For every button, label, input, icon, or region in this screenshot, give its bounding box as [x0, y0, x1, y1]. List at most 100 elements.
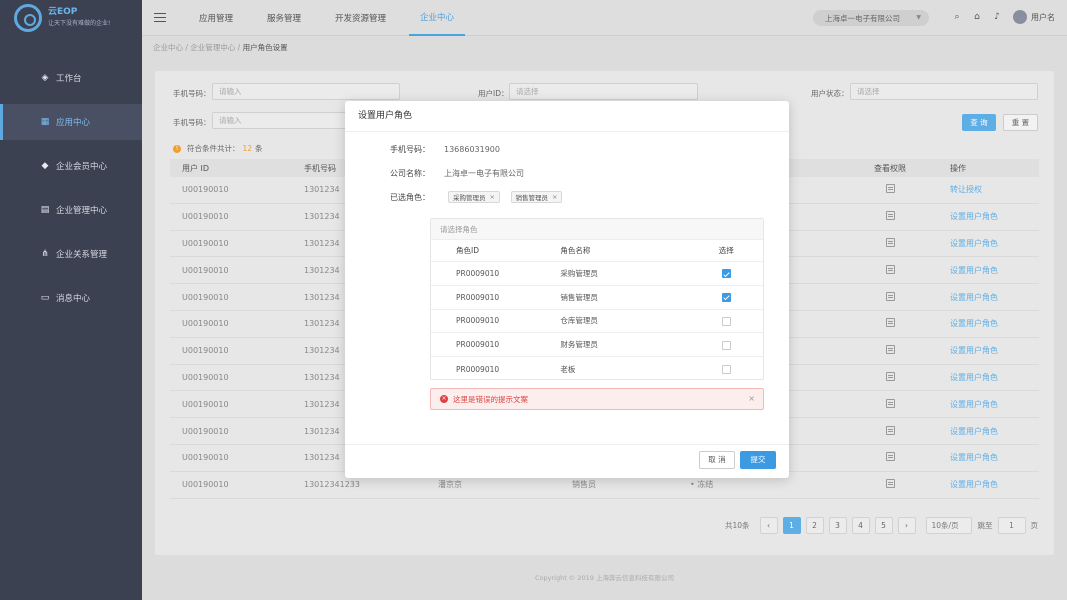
page-button[interactable]: 1 — [782, 517, 801, 534]
page-size-select[interactable]: 10条/页 — [925, 517, 972, 534]
username[interactable]: 用户名 — [1031, 12, 1055, 23]
role-checkbox[interactable] — [721, 340, 731, 350]
cancel-button[interactable]: 取 消 — [699, 451, 735, 469]
page-button[interactable]: 3 — [828, 517, 847, 534]
sidebar-item-member-center[interactable]: ◆ 企业会员中心 — [0, 148, 142, 184]
result-count: ! 符合条件共计： 12 条 — [173, 143, 263, 154]
status-filter-select[interactable]: 请选择 — [850, 83, 1038, 100]
company-select[interactable]: 上海卓一电子有限公司 ▼ — [813, 10, 929, 26]
close-icon[interactable]: × — [748, 394, 755, 403]
page-button[interactable]: 4 — [851, 517, 870, 534]
sidebar-item-management-center[interactable]: ▤ 企业管理中心 — [0, 192, 142, 228]
query-button[interactable]: 查 询 — [962, 114, 996, 131]
role-id: PR0009010 — [456, 316, 500, 326]
role-name: 财务管理员 — [560, 340, 598, 350]
row-action-link[interactable]: 设置用户角色 — [950, 399, 1039, 410]
role-row[interactable]: PR0009010 财务管理员 — [431, 333, 763, 358]
role-table-header: 角色ID 角色名称 选择 — [431, 240, 763, 262]
row-action-link[interactable]: 设置用户角色 — [950, 292, 1039, 303]
caret-down-icon: ▼ — [916, 14, 921, 21]
tab-service-management[interactable]: 服务管理 — [256, 0, 312, 36]
sidebar-item-messages[interactable]: ▭ 消息中心 — [0, 280, 142, 316]
sidebar-item-app-center[interactable]: ▦ 应用中心 — [0, 104, 142, 140]
row-action-link[interactable]: 设置用户角色 — [950, 211, 1039, 222]
view-permission-icon[interactable] — [885, 452, 895, 462]
phone-filter-input[interactable]: 请输入 — [212, 83, 400, 100]
role-row[interactable]: PR0009010 采购管理员 — [431, 262, 763, 286]
tab-dev-resources[interactable]: 开发资源管理 — [324, 0, 397, 36]
view-permission-icon[interactable] — [885, 318, 895, 328]
role-name: 销售管理员 — [560, 292, 598, 302]
row-action-link[interactable]: 设置用户角色 — [950, 452, 1039, 463]
row-action-link[interactable]: 设置用户角色 — [950, 372, 1039, 383]
row-action-link[interactable]: 设置用户角色 — [950, 318, 1039, 329]
menu-toggle-icon[interactable] — [154, 10, 166, 25]
role-row[interactable]: PR0009010 老板 — [431, 357, 763, 381]
user-id-cell: U00190010 — [182, 292, 229, 302]
modal-title: 设置用户角色 — [345, 101, 789, 132]
sidebar-item-relation[interactable]: ⋔ 企业关系管理 — [0, 236, 142, 272]
view-permission-icon[interactable] — [885, 425, 895, 435]
role-checkbox[interactable] — [721, 364, 731, 374]
row-action-link[interactable]: 设置用户角色 — [950, 426, 1039, 437]
sidebar: 云EOP 让天下没有难做的企业! ◈ 工作台 ▦ 应用中心 ◆ 企业会员中心 ▤ 企业管… — [0, 0, 142, 600]
next-page-button[interactable]: › — [897, 517, 916, 534]
role-row[interactable]: PR0009010 仓库管理员 — [431, 310, 763, 334]
close-icon[interactable]: × — [552, 193, 557, 201]
row-action-link[interactable]: 设置用户角色 — [950, 265, 1039, 276]
view-permission-icon[interactable] — [885, 211, 895, 221]
view-permission-icon[interactable] — [885, 479, 895, 489]
view-permission-icon[interactable] — [885, 345, 895, 355]
role-tag[interactable]: 采购管理员 × — [448, 191, 500, 203]
close-icon[interactable]: × — [490, 193, 495, 201]
role-id: PR0009010 — [456, 292, 500, 302]
view-permission-icon[interactable] — [885, 398, 895, 408]
modal-phone-label: 手机号码： — [390, 145, 430, 154]
user-id-cell: U00190010 — [182, 399, 229, 409]
view-permission-icon[interactable] — [885, 371, 895, 381]
bell-icon[interactable]: ♪ — [991, 11, 1003, 23]
row-action-link[interactable]: 设置用户角色 — [950, 238, 1039, 249]
logo-slogan: 让天下没有难做的企业! — [48, 20, 111, 27]
role-checkbox[interactable] — [721, 316, 731, 326]
user-id-cell: U00190010 — [182, 426, 229, 436]
modal-company-value: 上海卓一电子有限公司 — [444, 169, 524, 178]
logo[interactable]: 云EOP 让天下没有难做的企业! — [0, 0, 142, 36]
view-permission-icon[interactable] — [885, 291, 895, 301]
view-permission-icon[interactable] — [885, 184, 895, 194]
phone-cell: 13012341233 — [304, 480, 360, 490]
view-permission-icon[interactable] — [885, 237, 895, 247]
role-tag[interactable]: 销售管理员 × — [510, 191, 563, 203]
tab-app-management[interactable]: 应用管理 — [188, 0, 244, 36]
user-id-cell: U00190010 — [182, 453, 229, 463]
phone-filter-label-2: 手机号码： — [173, 118, 211, 127]
role-row[interactable]: PR0009010 销售管理员 — [431, 286, 763, 310]
sidebar-item-workbench[interactable]: ◈ 工作台 — [0, 60, 142, 96]
home-icon[interactable]: ⌂ — [971, 11, 983, 23]
row-action-link[interactable]: 设置用户角色 — [950, 479, 1039, 490]
user-id-cell: U00190010 — [182, 265, 229, 275]
page-button[interactable]: 5 — [874, 517, 893, 534]
reset-button[interactable]: 重 置 — [1003, 114, 1038, 131]
set-role-modal: 设置用户角色 手机号码： 13686031900 公司名称： 上海卓一电子有限公… — [345, 101, 789, 478]
error-text: 这里是错误的提示文案 — [453, 394, 528, 404]
prev-page-button[interactable]: ‹ — [759, 517, 778, 534]
goto-page-input[interactable]: 1 — [997, 517, 1026, 534]
breadcrumb-item[interactable]: 企业中心 — [153, 43, 183, 52]
role-checkbox[interactable] — [721, 292, 731, 302]
userid-filter-select[interactable]: 请选择 — [509, 83, 698, 100]
submit-button[interactable]: 提交 — [740, 451, 776, 469]
page-button[interactable]: 2 — [805, 517, 824, 534]
row-action-link[interactable]: 转让授权 — [950, 184, 1039, 195]
avatar[interactable] — [1013, 10, 1027, 24]
role-checkbox[interactable] — [721, 269, 731, 279]
logo-title: 云EOP — [48, 7, 78, 17]
tab-enterprise-center[interactable]: 企业中心 — [409, 0, 466, 36]
page-suffix: 页 — [1030, 521, 1039, 530]
search-icon[interactable]: ⌕ — [951, 11, 963, 23]
view-permission-icon[interactable] — [885, 264, 895, 274]
goto-label: 跳至 — [977, 521, 993, 530]
role-id: PR0009010 — [456, 268, 500, 278]
row-action-link[interactable]: 设置用户角色 — [950, 345, 1039, 356]
breadcrumb-item[interactable]: 企业管理中心 — [190, 43, 235, 52]
